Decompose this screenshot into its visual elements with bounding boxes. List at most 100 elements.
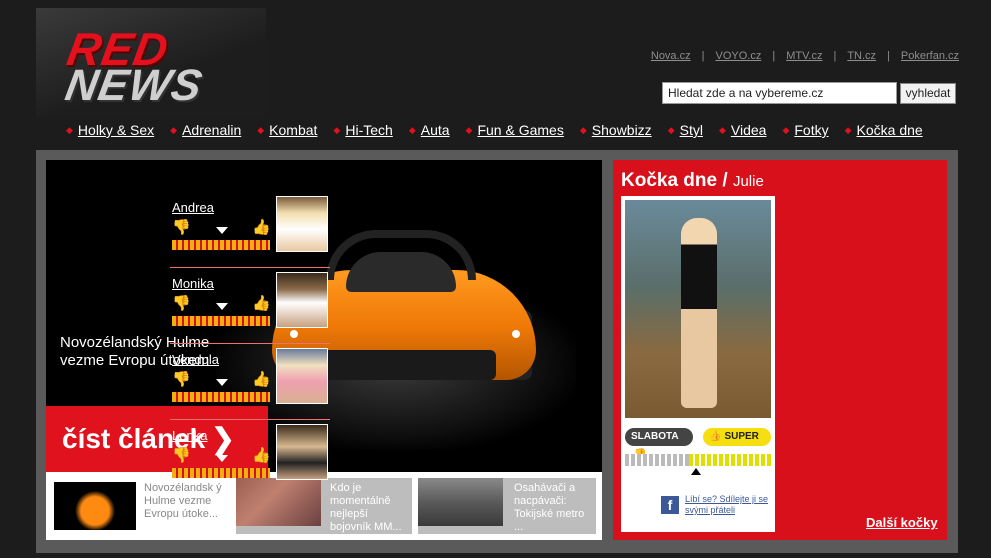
model-name-link[interactable]: Vendula	[172, 352, 219, 367]
rating-pointer-icon	[216, 379, 228, 386]
search-button[interactable]: vyhledat	[900, 83, 956, 104]
bullet-icon: ◆	[257, 124, 265, 135]
nav-item-showbizz[interactable]: ◆ Showbizz	[580, 120, 652, 140]
car-image-part	[512, 330, 520, 338]
thumbnail-item[interactable]: Osahávači a nacpávači: Tokijské metro ..…	[418, 478, 596, 534]
nav-label: Holky & Sex	[77, 122, 155, 138]
nav-item-hi-tech[interactable]: ◆ Hi-Tech	[333, 120, 392, 140]
thumbs-up-icon[interactable]: 👍	[252, 446, 271, 464]
nav-item-fun-games[interactable]: ◆ Fun & Games	[466, 120, 564, 140]
model-name-link[interactable]: Monika	[172, 276, 214, 291]
rating-pointer-icon	[216, 303, 228, 310]
thumbs-up-icon: 👍	[709, 431, 722, 442]
nav-label: Styl	[679, 122, 703, 138]
model-photo[interactable]	[276, 424, 328, 480]
rating-bar-fill	[689, 454, 771, 466]
model-item: Andrea 👎 👍	[170, 196, 330, 268]
rating-pointer-icon	[691, 468, 701, 475]
thumbnail-image	[54, 482, 136, 530]
bullet-icon: ◆	[66, 124, 73, 135]
rating-pointer-icon	[216, 227, 228, 234]
model-name-link[interactable]: Lenka	[172, 428, 207, 443]
rating-pointer-icon	[216, 455, 228, 462]
thumbs-down-icon[interactable]: 👎	[172, 294, 191, 312]
more-cats-link[interactable]: Další kočky	[866, 515, 938, 530]
nav-item-kocka-dne[interactable]: ◆ Kočka dne	[845, 120, 923, 140]
model-photo[interactable]	[276, 196, 328, 252]
rating-bar[interactable]	[172, 392, 270, 402]
thumbnail-title: Kdo je momentálně nejlepší bojovník MM..…	[330, 482, 402, 533]
thumbnail-image	[418, 478, 503, 526]
thumbs-down-icon[interactable]: 👎	[172, 218, 191, 236]
site-logo[interactable]: RED NEWS	[36, 8, 266, 118]
nav-item-holky-sex[interactable]: ◆ Holky & Sex	[66, 120, 154, 140]
model-photo[interactable]	[276, 272, 328, 328]
model-photo[interactable]	[276, 348, 328, 404]
nav-item-styl[interactable]: ◆ Styl	[668, 120, 703, 140]
link-tn[interactable]: TN.cz	[847, 50, 876, 62]
bullet-icon: ◆	[170, 124, 178, 135]
model-figure	[681, 218, 717, 408]
thumbs-up-icon[interactable]: 👍	[252, 294, 271, 312]
bullet-icon: ◆	[579, 124, 587, 135]
rating-bar[interactable]	[625, 454, 771, 466]
nav-label: Hi-Tech	[345, 122, 393, 138]
rating-bar[interactable]	[172, 316, 270, 326]
nav-label: Videa	[730, 122, 767, 138]
thumbs-down-icon[interactable]: 👎	[172, 370, 191, 388]
nav-item-fotky[interactable]: ◆ Fotky	[782, 120, 828, 140]
nav-label: Fun & Games	[477, 122, 564, 138]
bullet-icon: ◆	[408, 124, 416, 135]
nav-label: Kombat	[269, 122, 318, 138]
rating-controls: 👎 👍	[172, 218, 272, 238]
thumbs-up-icon[interactable]: 👍	[252, 370, 271, 388]
main-photo[interactable]	[625, 200, 771, 418]
link-voyo[interactable]: VOYO.cz	[715, 50, 761, 62]
facebook-icon[interactable]: f	[661, 496, 679, 514]
current-model-name: Julie	[732, 173, 764, 190]
rating-controls: 👎 👍	[172, 446, 272, 466]
model-item: Lenka 👎 👍	[170, 424, 330, 496]
rate-high-button[interactable]: 👍 SUPER	[703, 428, 771, 446]
link-pokerfan[interactable]: Pokerfan.cz	[901, 50, 959, 62]
sidebar-title: Kočka dne / Julie	[621, 170, 764, 192]
cat-of-the-day-panel: Kočka dne / Julie SLABOTA👎 👍SUPER f Líbí…	[613, 160, 947, 540]
logo-news-text: NEWS	[61, 61, 207, 110]
rate-low-button[interactable]: SLABOTA👎	[625, 428, 693, 460]
rating-bar[interactable]	[172, 468, 270, 478]
bullet-icon: ◆	[667, 124, 675, 135]
link-separator: |	[833, 50, 837, 62]
rate-high-label: SUPER	[724, 431, 759, 442]
rating-bar[interactable]	[172, 240, 270, 250]
bullet-icon: ◆	[465, 124, 473, 135]
model-name-link[interactable]: Andrea	[172, 200, 214, 215]
model-item: Vendula 👎 👍	[170, 348, 330, 420]
nav-label: Kočka dne	[856, 122, 923, 138]
thumbs-down-icon[interactable]: 👎	[172, 446, 191, 464]
nav-label: Adrenalin	[182, 122, 242, 138]
nav-item-videa[interactable]: ◆ Videa	[719, 120, 766, 140]
link-separator: |	[701, 50, 705, 62]
link-mtv[interactable]: MTV.cz	[786, 50, 822, 62]
nav-item-kombat[interactable]: ◆ Kombat	[257, 120, 317, 140]
nav-item-adrenalin[interactable]: ◆ Adrenalin	[170, 120, 241, 140]
title-separator: /	[722, 170, 728, 191]
bullet-icon: ◆	[782, 124, 790, 135]
nav-item-auta[interactable]: ◆ Auta	[409, 120, 450, 140]
rating-controls: 👎 👍	[172, 294, 272, 314]
link-separator: |	[772, 50, 776, 62]
rating-controls: 👎 👍	[172, 370, 272, 390]
thumbs-up-icon[interactable]: 👍	[252, 218, 271, 236]
thumbnail-title: Osahávači a nacpávači: Tokijské metro ..…	[514, 482, 585, 533]
car-image-part	[346, 252, 456, 292]
main-photo-card: SLABOTA👎 👍SUPER f Líbí se? Sdílejte ji s…	[621, 196, 775, 532]
nav-label: Fotky	[794, 122, 829, 138]
facebook-share-link[interactable]: Líbí se? Sdílejte ji se svými přáteli	[685, 494, 775, 516]
partner-links: Nova.cz | VOYO.cz | MTV.cz | TN.cz | Pok…	[651, 50, 959, 62]
link-nova[interactable]: Nova.cz	[651, 50, 691, 62]
car-image-part	[316, 350, 496, 380]
search-input[interactable]	[662, 82, 897, 104]
link-separator: |	[887, 50, 890, 62]
bullet-icon: ◆	[844, 124, 852, 135]
main-nav: ◆ Holky & Sex ◆ Adrenalin ◆ Kombat ◆ Hi-Tech…	[66, 120, 939, 140]
